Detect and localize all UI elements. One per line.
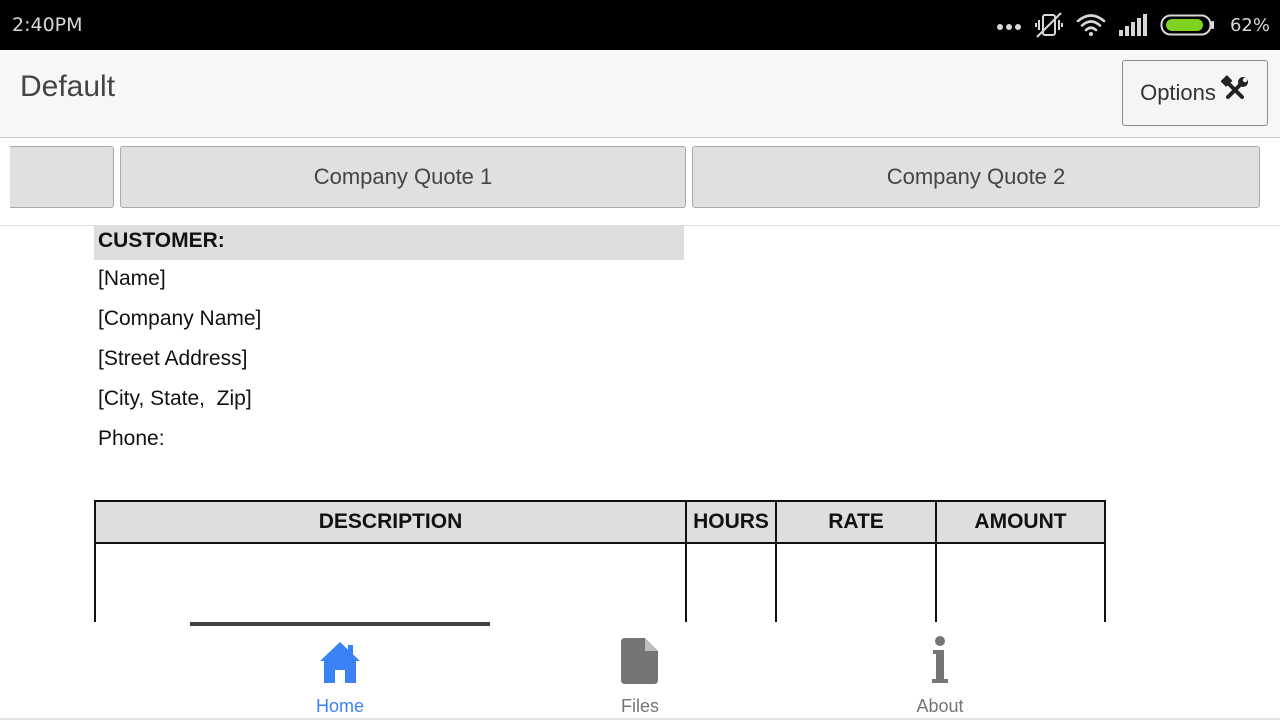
customer-phone: Phone:	[98, 427, 165, 450]
file-icon	[621, 628, 659, 684]
nav-about-label: About	[916, 696, 964, 716]
table-row	[94, 542, 1106, 622]
bottom-navigation: Home Files About	[0, 622, 1280, 720]
quote-tabs: Company Quote 1 Company Quote 2	[0, 138, 1280, 226]
info-icon	[930, 628, 950, 684]
options-button[interactable]: Options	[1122, 60, 1268, 126]
nav-about[interactable]: About	[790, 628, 1090, 718]
tab-company-quote-1[interactable]: Company Quote 1	[120, 146, 686, 208]
status-time: 2:40PM	[12, 14, 83, 36]
tab-company-quote-2[interactable]: Company Quote 2	[692, 146, 1260, 208]
app-header: Default Options	[0, 50, 1280, 138]
home-icon	[318, 628, 362, 684]
status-icons: 62%	[996, 10, 1270, 40]
status-bar: 2:40PM 62%	[0, 0, 1280, 50]
tab-default[interactable]	[10, 146, 114, 208]
battery-percent: 62%	[1229, 14, 1270, 36]
column-header-description: DESCRIPTION	[94, 500, 687, 544]
nav-home[interactable]: Home	[190, 628, 490, 718]
column-header-hours: HOURS	[685, 500, 777, 544]
tools-icon	[1220, 75, 1250, 111]
table-cell	[94, 542, 687, 622]
active-tab-indicator	[190, 622, 490, 626]
table-header-row: DESCRIPTION HOURS RATE AMOUNT	[94, 500, 1106, 544]
more-dots-icon	[996, 20, 1022, 30]
document-view[interactable]: CUSTOMER: [Name] [Company Name] [Street …	[0, 226, 1280, 622]
customer-city-state-zip: [City, State, Zip]	[98, 387, 252, 410]
nav-files[interactable]: Files	[490, 628, 790, 718]
tab-label: Company Quote 1	[313, 164, 493, 189]
nav-home-label: Home	[315, 696, 364, 716]
tab-label: Company Quote 2	[886, 164, 1066, 189]
customer-street: [Street Address]	[98, 347, 248, 370]
signal-icon	[1118, 13, 1148, 37]
wifi-icon	[1076, 13, 1106, 37]
battery-icon	[1160, 13, 1216, 37]
customer-name: [Name]	[98, 267, 166, 290]
nav-files-label: Files	[620, 696, 659, 716]
vibrate-off-icon	[1034, 11, 1064, 39]
invoice-table: DESCRIPTION HOURS RATE AMOUNT	[94, 500, 1106, 622]
column-header-rate: RATE	[775, 500, 937, 544]
customer-header: CUSTOMER:	[94, 226, 684, 260]
table-cell	[935, 542, 1106, 622]
table-cell	[775, 542, 937, 622]
customer-company: [Company Name]	[98, 307, 262, 330]
options-label: Options	[1140, 80, 1216, 105]
column-header-amount: AMOUNT	[935, 500, 1106, 544]
page-title: Default	[20, 70, 116, 103]
table-cell	[685, 542, 777, 622]
